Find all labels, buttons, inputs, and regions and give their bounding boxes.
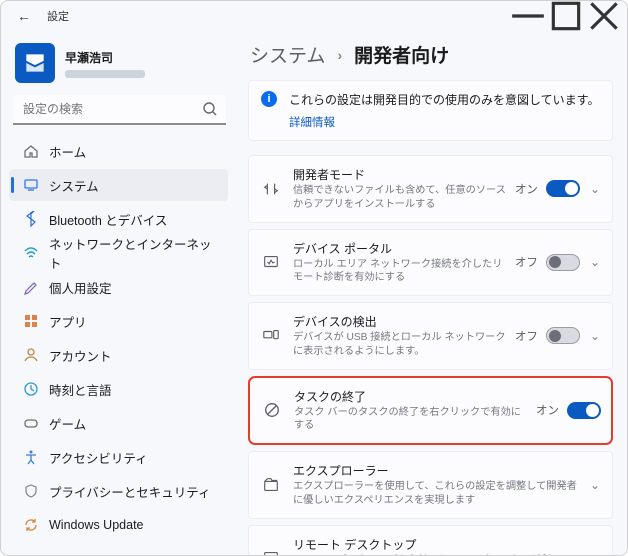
sidebar-item-label: アカウント — [49, 346, 220, 365]
search-icon — [202, 101, 218, 120]
breadcrumb-root[interactable]: システム — [250, 41, 325, 68]
maximize-button[interactable] — [547, 1, 585, 31]
chevron-down-icon[interactable]: ⌄ — [588, 182, 602, 196]
close-button[interactable] — [585, 1, 623, 31]
info-banner: i これらの設定は開発目的での使用のみを意図しています。 詳細情報 — [248, 80, 613, 141]
back-button[interactable]: ← — [13, 8, 35, 24]
toggle-switch[interactable] — [546, 180, 580, 197]
setting-card-discover[interactable]: デバイスの検出 デバイスが USB 接続とローカル ネットワークに表示されるよう… — [248, 302, 613, 370]
minimize-button[interactable] — [509, 1, 547, 31]
sidebar-item-game[interactable]: ゲーム — [9, 407, 228, 439]
chevron-right-icon: › — [337, 47, 342, 63]
card-subtitle: エクスプローラーを使用して、これらの設定を調整して開発者に優しいエクスペリエンス… — [293, 480, 580, 508]
sidebar-item-update[interactable]: Windows Update — [9, 509, 228, 541]
sidebar-item-label: システム — [49, 176, 220, 195]
settings-window: ← 設定 早瀬浩司 — [0, 0, 628, 556]
toggle-state-label: オフ — [515, 254, 538, 270]
card-subtitle: 信頼できないファイルも含めて、任意のソースからアプリをインストールする — [293, 184, 507, 212]
account-icon — [23, 347, 39, 363]
sidebar-item-personalize[interactable]: 個人用設定 — [9, 271, 228, 303]
update-icon — [23, 517, 39, 533]
info-text: これらの設定は開発目的での使用のみを意図しています。 — [289, 91, 600, 108]
setting-card-remote[interactable]: リモート デスクトップ リモート デスクトップを有効にし、コンピューターが利用可… — [248, 525, 613, 555]
sidebar-item-label: 個人用設定 — [49, 278, 220, 297]
card-subtitle: デバイスが USB 接続とローカル ネットワークに表示されるようにします。 — [293, 331, 507, 359]
toggle-switch[interactable] — [546, 254, 580, 271]
breadcrumb: システム › 開発者向け — [248, 37, 613, 80]
card-title: タスクの終了 — [294, 388, 528, 405]
chevron-down-icon[interactable]: ⌄ — [588, 255, 602, 269]
titlebar: ← 設定 — [1, 1, 627, 31]
sidebar-item-label: ホーム — [49, 142, 220, 161]
sidebar-item-accessibility[interactable]: アクセシビリティ — [9, 441, 228, 473]
sidebar-item-privacy[interactable]: プライバシーとセキュリティ — [9, 475, 228, 507]
profile-name: 早瀬浩司 — [65, 49, 145, 66]
toggle-switch[interactable] — [567, 402, 601, 419]
setting-card-explorer[interactable]: エクスプローラー エクスプローラーを使用して、これらの設定を調整して開発者に優し… — [248, 451, 613, 519]
card-subtitle: リモート デスクトップを有効にし、コンピューターが利用可能であることを確認する — [293, 554, 580, 555]
chevron-down-icon[interactable]: ⌄ — [588, 551, 602, 555]
sidebar-item-label: プライバシーとセキュリティ — [49, 482, 220, 501]
sidebar-item-time[interactable]: 時刻と言語 — [9, 373, 228, 405]
search-box[interactable] — [13, 95, 226, 125]
sidebar-item-label: アプリ — [49, 312, 220, 331]
avatar — [15, 43, 55, 83]
toggle-state-label: オン — [515, 181, 538, 197]
info-icon: i — [261, 91, 277, 107]
bluetooth-icon — [23, 211, 39, 227]
sidebar-item-label: Windows Update — [49, 518, 220, 532]
devmode-icon — [261, 179, 281, 199]
apps-icon — [23, 313, 39, 329]
sidebar-item-bluetooth[interactable]: Bluetooth とデバイス — [9, 203, 228, 235]
sidebar-item-home[interactable]: ホーム — [9, 135, 228, 167]
sidebar-item-label: ネットワークとインターネット — [49, 234, 220, 272]
network-icon — [23, 245, 39, 261]
window-title: 設定 — [35, 8, 69, 24]
card-title: エクスプローラー — [293, 462, 580, 479]
privacy-icon — [23, 483, 39, 499]
sidebar-item-network[interactable]: ネットワークとインターネット — [9, 237, 228, 269]
personalize-icon — [23, 279, 39, 295]
system-icon — [23, 177, 39, 193]
devportal-icon — [261, 252, 281, 272]
setting-card-endtask[interactable]: タスクの終了 タスク バーのタスクの終了を右クリックで有効にする オン — [248, 376, 613, 446]
card-subtitle: ローカル エリア ネットワーク接続を介したリモート診断を有効にする — [293, 258, 507, 286]
sidebar: 早瀬浩司 ホーム システム Bluetooth とデバイス ネットワークとインタ… — [1, 31, 236, 555]
breadcrumb-leaf: 開発者向け — [354, 41, 449, 68]
discover-icon — [261, 326, 281, 346]
chevron-down-icon[interactable]: ⌄ — [588, 329, 602, 343]
sidebar-item-apps[interactable]: アプリ — [9, 305, 228, 337]
sidebar-item-label: アクセシビリティ — [49, 448, 220, 467]
card-title: リモート デスクトップ — [293, 536, 580, 553]
card-title: デバイス ポータル — [293, 240, 507, 257]
setting-card-devmode[interactable]: 開発者モード 信頼できないファイルも含めて、任意のソースからアプリをインストール… — [248, 155, 613, 223]
toggle-state-label: オン — [536, 402, 559, 418]
endtask-icon — [262, 400, 282, 420]
main-content: システム › 開発者向け i これらの設定は開発目的での使用のみを意図しています… — [236, 31, 627, 555]
info-link[interactable]: 詳細情報 — [289, 114, 600, 130]
home-icon — [23, 143, 39, 159]
sidebar-item-label: ゲーム — [49, 414, 220, 433]
accessibility-icon — [23, 449, 39, 465]
sidebar-item-account[interactable]: アカウント — [9, 339, 228, 371]
game-icon — [23, 415, 39, 431]
card-subtitle: タスク バーのタスクの終了を右クリックで有効にする — [294, 406, 528, 434]
toggle-switch[interactable] — [546, 327, 580, 344]
toggle-state-label: オフ — [515, 328, 538, 344]
profile-sub-redacted — [65, 70, 145, 78]
nav-list: ホーム システム Bluetooth とデバイス ネットワークとインターネット … — [9, 135, 230, 541]
explorer-icon — [261, 475, 281, 495]
chevron-down-icon[interactable]: ⌄ — [588, 478, 602, 492]
search-input[interactable] — [13, 95, 226, 125]
sidebar-item-label: Bluetooth とデバイス — [49, 210, 220, 229]
remote-icon — [261, 548, 281, 555]
sidebar-item-label: 時刻と言語 — [49, 380, 220, 399]
sidebar-item-system[interactable]: システム — [9, 169, 228, 201]
card-title: 開発者モード — [293, 166, 507, 183]
setting-card-devportal[interactable]: デバイス ポータル ローカル エリア ネットワーク接続を介したリモート診断を有効… — [248, 229, 613, 297]
time-icon — [23, 381, 39, 397]
card-title: デバイスの検出 — [293, 313, 507, 330]
profile[interactable]: 早瀬浩司 — [9, 39, 230, 93]
